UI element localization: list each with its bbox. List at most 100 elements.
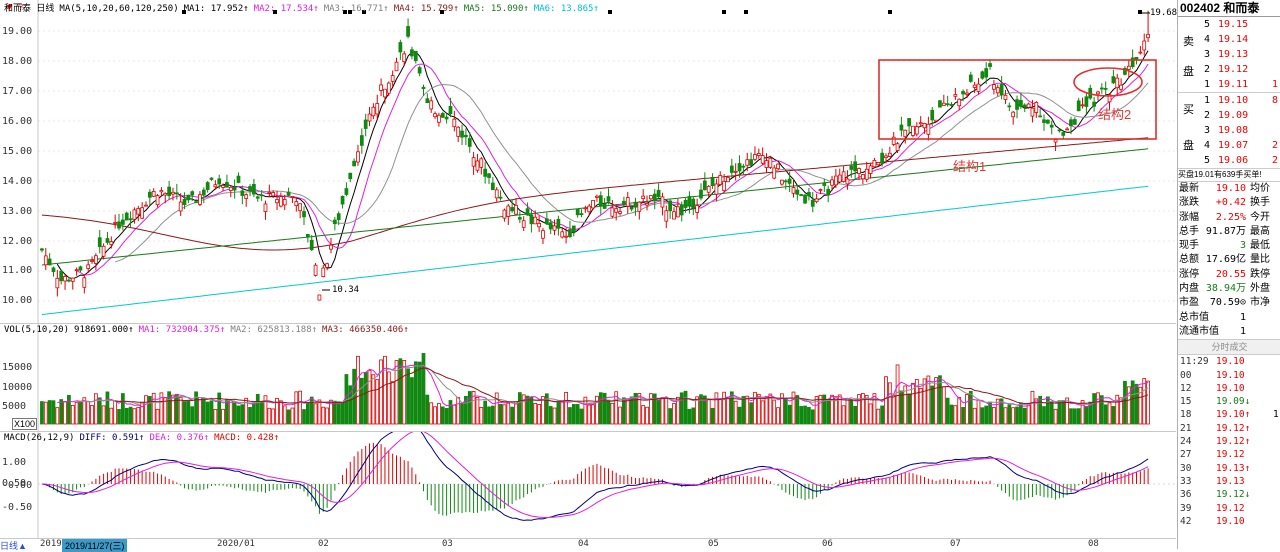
candle-body <box>560 231 565 238</box>
volume-bar <box>313 403 318 425</box>
candle-body <box>961 91 965 95</box>
volume-bar <box>429 402 434 425</box>
ask-row[interactable]: 2 19.12 <box>1178 62 1280 77</box>
volume-bar <box>198 397 202 425</box>
candle-body <box>718 175 723 185</box>
macd-panel[interactable]: MACD(26,12,9) DIFF: 0.591↑ DEA: 0.376↑ MACD… <box>0 431 1176 539</box>
trade-row[interactable]: 18 19.10↑ 1 <box>1178 408 1280 421</box>
volume-bar <box>814 396 819 425</box>
candle-body <box>1019 100 1023 107</box>
trade-row[interactable]: 12 19.10 <box>1178 382 1280 395</box>
candle-body <box>980 71 985 79</box>
volume-bar <box>232 402 237 425</box>
candle-body <box>259 194 264 197</box>
volume-panel[interactable]: VOL(5,10,20) 918691.000↑ MA1: 732904.375↑ M… <box>0 323 1176 432</box>
volume-bar <box>1015 406 1019 425</box>
volume-bar <box>240 404 245 425</box>
volume-bar <box>706 399 711 425</box>
period-toggle[interactable]: 日线▲ <box>0 539 27 552</box>
date-label: 2020/01 <box>217 539 255 549</box>
candle-body <box>155 195 160 206</box>
volume-bar <box>845 397 850 425</box>
candle-body <box>1096 91 1100 95</box>
volume-bar <box>1096 392 1100 425</box>
candle-body <box>729 165 734 173</box>
candle-body <box>830 179 834 186</box>
trade-row[interactable]: 21 19.12↑ <box>1178 422 1280 435</box>
macd-legend: MACD(26,12,9) DIFF: 0.591↑ DEA: 0.376↑ MACD… <box>4 433 284 443</box>
trade-row[interactable]: 33 19.13 <box>1178 475 1280 488</box>
volume-bar <box>529 396 534 425</box>
candle-body <box>907 118 911 127</box>
ask-row[interactable]: 4 19.14 <box>1178 32 1280 47</box>
trades-header[interactable]: 分时成交 <box>1178 339 1280 356</box>
trade-row[interactable]: 11:29 19.10 <box>1178 355 1280 368</box>
trade-list[interactable]: 11:29 19.10 00 19.10 12 19.10 15 19.09↓ 18 19.10↑… <box>1178 355 1280 528</box>
bid-row[interactable]: 2 19.09 <box>1178 108 1280 123</box>
candle-body <box>999 84 1004 96</box>
trade-row[interactable]: 00 19.10 <box>1178 369 1280 382</box>
trade-row[interactable]: 27 19.12 <box>1178 448 1280 461</box>
bid-row[interactable]: 4 19.07 2 <box>1178 138 1280 153</box>
candle-body <box>618 211 622 214</box>
candle-body <box>845 178 850 185</box>
volume-bar <box>433 406 437 425</box>
candle-body <box>868 165 873 174</box>
candle-body <box>552 225 557 231</box>
bid-row[interactable]: 5 19.06 2 <box>1178 153 1280 168</box>
ask-row[interactable]: 3 19.13 <box>1178 47 1280 62</box>
candlestick-chart[interactable]: ▼? <box>0 0 1176 323</box>
stock-code-title[interactable]: 002402 和而泰 <box>1178 0 1280 17</box>
volume-bar <box>1142 378 1147 425</box>
volume-chart[interactable] <box>0 324 1176 432</box>
price_panel-legend-item: MA2: 17.534↑ <box>253 4 319 14</box>
candle-body <box>286 191 291 196</box>
candle-body <box>930 109 935 121</box>
trade-row[interactable]: 39 19.12 <box>1178 502 1280 515</box>
trade-row[interactable]: 24 19.12↑ <box>1178 435 1280 448</box>
volume-bar <box>887 382 892 425</box>
volume-bar <box>571 404 576 425</box>
candle-body <box>903 129 908 138</box>
volume-bar <box>190 406 195 425</box>
candle-body <box>514 204 518 215</box>
price-panel[interactable]: ▼? 和而泰 日线 MA(5,10,20,60,120,250) MA1: 17.9… <box>0 0 1177 323</box>
volume-bar <box>575 404 580 425</box>
candle-body <box>710 177 715 186</box>
trade-row[interactable]: 30 19.13↑ <box>1178 462 1280 475</box>
volume-bar <box>945 397 950 425</box>
structure2-label: 结构2 <box>1098 107 1132 122</box>
volume-bar <box>733 400 738 425</box>
candle-body <box>487 173 491 178</box>
candle-body <box>201 189 206 196</box>
stat-row: 市盈 70.59⊙ 市净 <box>1179 297 1270 309</box>
candle-body <box>810 199 815 207</box>
macd-chart[interactable] <box>0 432 1176 539</box>
candle-body <box>953 94 958 97</box>
trade-row[interactable]: 15 19.09↓ <box>1178 395 1280 408</box>
bid-row[interactable]: 3 19.08 <box>1178 123 1280 138</box>
volume-bar <box>722 391 726 425</box>
volume-bar <box>147 396 152 425</box>
trade-row[interactable]: 36 19.12↓ <box>1178 488 1280 501</box>
volume-bar <box>560 400 565 425</box>
candle-body <box>433 113 437 118</box>
volume-bar <box>668 408 673 425</box>
candle-body <box>294 201 299 207</box>
candle-body <box>614 208 619 213</box>
bid-row[interactable]: 1 19.10 8 <box>1178 93 1280 108</box>
volume-bar <box>502 404 507 425</box>
ask-row[interactable]: 5 19.15 <box>1178 17 1280 32</box>
volume-bar <box>290 407 295 425</box>
diff-line <box>41 432 1149 521</box>
candle-body <box>471 157 476 167</box>
candle-body <box>109 241 114 245</box>
volume-bar <box>918 387 923 425</box>
candle-body <box>363 119 368 129</box>
trade-row[interactable]: 42 19.10 <box>1178 515 1280 528</box>
candle-body <box>325 263 330 268</box>
date-axis[interactable]: 日线▲ 2019/11/27(三) 2019 2020/01 02 03 04 … <box>0 538 1176 552</box>
ask-row[interactable]: 1 19.11 1 <box>1178 77 1280 92</box>
volume-bar <box>687 408 692 425</box>
volume-bar <box>383 355 387 425</box>
